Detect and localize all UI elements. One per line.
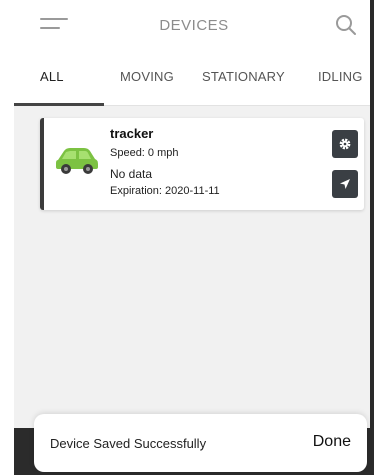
page-title: DEVICES <box>159 17 229 34</box>
device-expiration: Expiration: 2020-11-11 <box>110 185 220 197</box>
device-name: tracker <box>110 126 154 141</box>
device-info: tracker Speed: 0 mph No data Expiration:… <box>110 126 220 197</box>
device-locate-button[interactable] <box>332 170 358 198</box>
search-icon[interactable] <box>334 13 358 37</box>
snackbar-message: Device Saved Successfully <box>50 436 207 451</box>
car-icon <box>54 146 100 176</box>
gear-icon <box>339 138 351 150</box>
app-screen: DEVICES ALL MOVING STATIONARY IDLING tra… <box>14 0 374 475</box>
snackbar-done-button[interactable]: Done <box>313 433 351 451</box>
tab-stationary[interactable]: STATIONARY <box>202 69 285 84</box>
filter-tabs: ALL MOVING STATIONARY IDLING <box>14 52 374 106</box>
active-tab-indicator <box>14 103 104 106</box>
window-edge <box>370 0 374 475</box>
snackbar: Device Saved Successfully Done <box>34 414 367 472</box>
device-card[interactable]: tracker Speed: 0 mph No data Expiration:… <box>40 118 364 210</box>
device-speed: Speed: 0 mph <box>110 147 179 159</box>
app-header: DEVICES <box>14 0 374 52</box>
locate-arrow-icon <box>340 179 350 189</box>
device-status: No data <box>110 167 153 181</box>
tab-moving[interactable]: MOVING <box>120 69 174 84</box>
device-settings-button[interactable] <box>332 130 358 158</box>
tab-idling[interactable]: IDLING <box>318 69 363 84</box>
tab-all[interactable]: ALL <box>40 69 64 84</box>
